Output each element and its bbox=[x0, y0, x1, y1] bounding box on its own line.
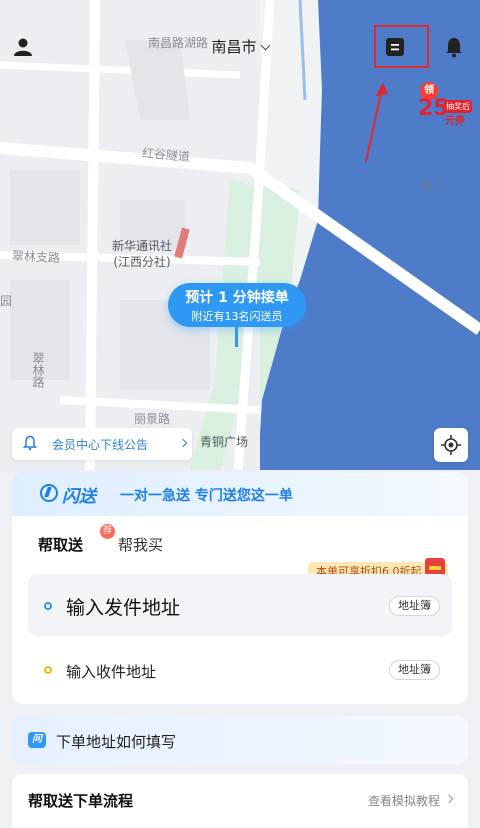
order-card: 闪送 一对一急送 专门送您这一单 帮取送 荐 帮我买 本单可享折扣6.0折起 输… bbox=[12, 472, 468, 704]
map-label-cuilin-vertical: 翠林路 bbox=[31, 352, 45, 388]
receiver-dot-icon bbox=[44, 666, 52, 674]
chevron-right-icon bbox=[178, 438, 188, 448]
chevron-right-icon bbox=[444, 794, 454, 804]
sender-address-book-button[interactable]: 地址簿 bbox=[389, 596, 440, 616]
address-guide-text: 下单地址如何填写 bbox=[56, 733, 177, 751]
map-label-cuilin: 翠林支路 bbox=[11, 248, 61, 266]
location-pin bbox=[235, 327, 238, 347]
brand-banner: 闪送 一对一急送 专门送您这一单 bbox=[12, 472, 468, 516]
nearby-couriers: 附近有13名闪送员 bbox=[191, 310, 283, 323]
announcement-bar[interactable]: 会员中心下线公告 bbox=[12, 428, 192, 460]
receiver-address-book-button[interactable]: 地址簿 bbox=[389, 660, 440, 680]
map-label-qingtong: 青铜广场 bbox=[200, 435, 249, 449]
building-block bbox=[10, 170, 80, 245]
receiver-address-label: 输入收件地址 bbox=[66, 663, 157, 681]
map-label-ganjiang: 赣江 bbox=[420, 179, 445, 193]
tab-pickup-delivery[interactable]: 帮取送 bbox=[38, 534, 84, 555]
landmark-line1: 新华通讯社 bbox=[112, 239, 173, 253]
coupon-unit: 元券 bbox=[445, 116, 465, 127]
map-label-lijing: 丽景路 bbox=[134, 412, 171, 426]
city-name: 南昌市 bbox=[211, 38, 257, 56]
locate-button[interactable] bbox=[434, 428, 468, 462]
tab-buy-for-me[interactable]: 帮我买 bbox=[118, 534, 163, 555]
question-icon: 问 bbox=[28, 732, 46, 748]
map-label-yuan: 园 bbox=[0, 294, 13, 308]
sender-address-label: 输入发件地址 bbox=[66, 597, 181, 619]
estimate-time: 预计 1 分钟接单 bbox=[185, 290, 289, 306]
annotation-highlight-box bbox=[374, 25, 429, 68]
map-canvas bbox=[0, 0, 480, 470]
sender-dot-icon bbox=[44, 602, 52, 610]
order-process-title: 帮取送下单流程 bbox=[28, 792, 134, 810]
brand-slogan: 一对一急送 专门送您这一单 bbox=[120, 488, 293, 504]
chevron-down-icon bbox=[260, 40, 270, 51]
sender-address-input[interactable]: 输入发件地址 地址簿 bbox=[28, 574, 452, 636]
coupon-badge[interactable]: 领 25 抽奖后 元券 bbox=[416, 82, 472, 127]
order-process-section: 帮取送下单流程 查看模拟教程 bbox=[12, 774, 468, 828]
address-guide-banner[interactable]: 问 下单地址如何填写 bbox=[12, 716, 468, 764]
view-tutorial-link[interactable]: 查看模拟教程 bbox=[368, 792, 440, 809]
map-label-xinhua: 新华通讯社 (江西分社) bbox=[112, 238, 172, 270]
annotation-arrow bbox=[365, 82, 388, 163]
landmark-line2: (江西分社) bbox=[113, 255, 171, 269]
notice-bell-icon bbox=[22, 435, 38, 451]
receiver-address-input[interactable]: 输入收件地址 地址簿 bbox=[28, 650, 452, 690]
bell-icon[interactable] bbox=[443, 36, 465, 58]
announcement-text: 会员中心下线公告 bbox=[52, 438, 149, 452]
estimate-bubble: 预计 1 分钟接单 附近有13名闪送员 bbox=[168, 283, 306, 327]
flash-logo-icon bbox=[40, 484, 58, 502]
brand-name: 闪送 bbox=[62, 487, 96, 507]
crosshair-icon bbox=[441, 435, 461, 455]
map-view[interactable]: 南昌路湖路 红谷隧道 新华通讯社 (江西分社) 翠林支路 翠林路 园 丽景路 青… bbox=[0, 0, 480, 470]
recommend-badge: 荐 bbox=[100, 524, 115, 539]
